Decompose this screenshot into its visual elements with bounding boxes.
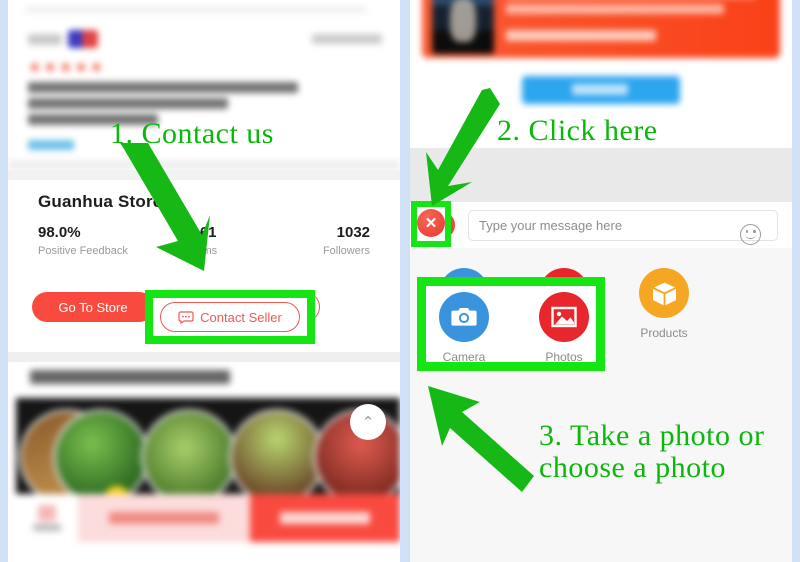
close-icon-highlighted[interactable]: ✕ bbox=[417, 209, 445, 237]
stat-value: 1032 bbox=[336, 224, 371, 241]
arrow-step-1 bbox=[118, 143, 218, 273]
annotation-step-2: 2. Click here bbox=[497, 114, 658, 147]
arrow-step-3 bbox=[426, 384, 536, 496]
arrow-step-2 bbox=[424, 88, 502, 210]
smiley-icon[interactable] bbox=[740, 224, 761, 245]
product-thumbnail-image bbox=[432, 0, 494, 54]
view-more-link[interactable] bbox=[28, 140, 74, 150]
attachment-label: Products bbox=[640, 326, 688, 340]
country-flag-icon bbox=[68, 30, 98, 48]
product-thumbnail bbox=[232, 412, 322, 496]
add-to-cart-button[interactable] bbox=[78, 494, 250, 542]
buy-now-button[interactable] bbox=[250, 494, 400, 542]
product-thumbnail bbox=[144, 412, 234, 496]
contact-seller-button-highlighted[interactable]: Contact Seller bbox=[160, 302, 300, 332]
section-separator bbox=[8, 352, 400, 362]
rating-stars: ★★★★★ bbox=[28, 59, 106, 76]
product-thumbnail bbox=[56, 412, 146, 496]
attachment-camera-highlighted[interactable]: Camera bbox=[432, 292, 496, 364]
stat-label: Followers bbox=[322, 245, 371, 257]
annotation-step-1: 1. Contact us bbox=[110, 117, 274, 150]
attachment-items-highlighted: Camera Photos bbox=[432, 292, 596, 364]
product-image-strip[interactable] bbox=[16, 398, 400, 496]
store-icon bbox=[38, 505, 56, 521]
product-price-line bbox=[506, 30, 656, 41]
send-button[interactable] bbox=[522, 76, 680, 104]
speech-bubble-icon bbox=[178, 310, 194, 324]
add-to-cart-label bbox=[109, 512, 219, 524]
seller-recommendations-section: ⌃ bbox=[8, 362, 400, 562]
attachment-label: Photos bbox=[545, 350, 583, 364]
annotation-step-3-line-2: choose a photo bbox=[539, 450, 726, 484]
attachment-photos-highlighted[interactable]: Photos bbox=[532, 292, 596, 364]
scroll-to-top-button[interactable]: ⌃ bbox=[350, 404, 386, 440]
attachment-products[interactable]: Products bbox=[632, 268, 696, 340]
annotation-step-3-line-1: 3. Take a photo or bbox=[539, 419, 765, 452]
screenshot-root: ★★★★★ Guanhua Store 98.0% Positive Feedb… bbox=[0, 0, 800, 562]
review-date bbox=[312, 34, 382, 44]
stat-followers: 1032 Followers bbox=[259, 224, 400, 257]
photo-icon bbox=[539, 292, 589, 342]
box-icon bbox=[639, 268, 689, 318]
go-to-store-button[interactable]: Go To Store bbox=[32, 292, 154, 322]
annotation-step-3: 3. Take a photo or choose a photo bbox=[539, 420, 764, 483]
contact-seller-label: Contact Seller bbox=[200, 309, 282, 325]
review-divider bbox=[26, 6, 366, 13]
purchase-action-bar bbox=[16, 494, 400, 542]
review-text-line bbox=[28, 98, 228, 109]
send-button-label bbox=[572, 84, 628, 95]
review-text-line bbox=[28, 82, 298, 93]
store-shortcut-button[interactable] bbox=[16, 494, 78, 542]
product-preview[interactable] bbox=[422, 0, 780, 58]
message-input-placeholder: Type your message here bbox=[479, 218, 623, 233]
recommendations-title bbox=[30, 370, 230, 384]
message-input[interactable]: Type your message here bbox=[468, 210, 778, 245]
attachment-label: Camera bbox=[442, 350, 486, 364]
reviewer-name bbox=[28, 34, 62, 45]
camera-icon bbox=[439, 292, 489, 342]
store-shortcut-label bbox=[33, 524, 61, 531]
product-page-panel: ★★★★★ Guanhua Store 98.0% Positive Feedb… bbox=[8, 0, 400, 562]
product-title-line bbox=[506, 4, 724, 14]
buy-now-label bbox=[280, 512, 370, 524]
